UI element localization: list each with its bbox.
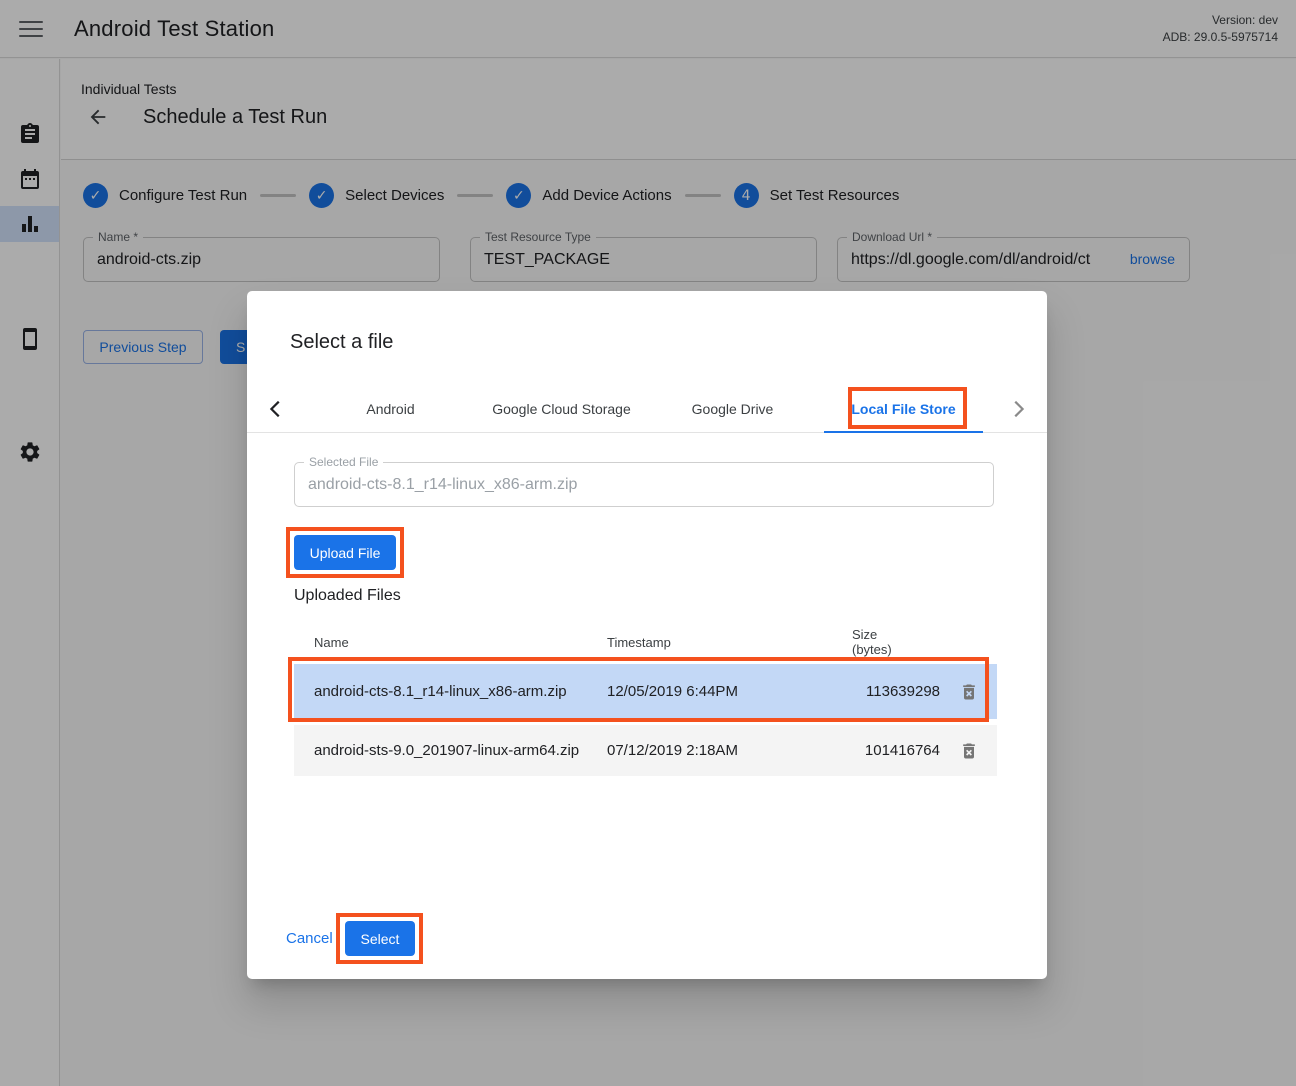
upload-file-button[interactable]: Upload File <box>294 535 396 570</box>
delete-file-button[interactable] <box>940 682 997 702</box>
tabs-scroll-right-button[interactable] <box>989 385 1047 432</box>
size-cell: 101416764 <box>852 742 940 759</box>
dialog-title: Select a file <box>290 331 393 354</box>
select-button[interactable]: Select <box>345 921 415 956</box>
tab-google-cloud-storage[interactable]: Google Cloud Storage <box>476 385 647 432</box>
tab-android[interactable]: Android <box>305 385 476 432</box>
timestamp-cell: 07/12/2019 2:18AM <box>607 742 852 759</box>
file-source-tabs: Android Google Cloud Storage Google Driv… <box>247 385 1047 433</box>
table-header-row: Name Timestamp Size (bytes) <box>294 620 997 664</box>
column-header-size: Size (bytes) <box>852 627 940 657</box>
table-row[interactable]: android-cts-8.1_r14-linux_x86-arm.zip 12… <box>294 664 997 719</box>
delete-file-button[interactable] <box>940 741 997 761</box>
file-name-cell: android-cts-8.1_r14-linux_x86-arm.zip <box>294 683 607 700</box>
uploaded-files-heading: Uploaded Files <box>294 587 401 605</box>
tabs-scroll-left-button[interactable] <box>247 385 305 432</box>
cancel-button[interactable]: Cancel <box>286 921 333 956</box>
column-header-name: Name <box>294 635 607 650</box>
chevron-left-icon <box>265 398 287 420</box>
trash-delete-icon <box>959 682 979 702</box>
uploaded-files-table: Name Timestamp Size (bytes) android-cts-… <box>294 620 997 782</box>
table-row[interactable]: android-sts-9.0_201907-linux-arm64.zip 0… <box>294 725 997 776</box>
file-name-cell: android-sts-9.0_201907-linux-arm64.zip <box>294 742 607 759</box>
select-file-dialog: Select a file Android Google Cloud Stora… <box>247 291 1047 979</box>
selected-file-field[interactable]: Selected File android-cts-8.1_r14-linux_… <box>294 462 994 507</box>
screen: Android Test Station Version: dev ADB: 2… <box>0 0 1296 1086</box>
size-cell: 113639298 <box>852 683 940 700</box>
timestamp-cell: 12/05/2019 6:44PM <box>607 683 852 700</box>
trash-delete-icon <box>959 741 979 761</box>
tab-local-file-store[interactable]: Local File Store <box>818 385 989 432</box>
column-header-timestamp: Timestamp <box>607 635 852 650</box>
tab-google-drive[interactable]: Google Drive <box>647 385 818 432</box>
selected-file-value: android-cts-8.1_r14-linux_x86-arm.zip <box>295 463 993 506</box>
chevron-right-icon <box>1007 398 1029 420</box>
